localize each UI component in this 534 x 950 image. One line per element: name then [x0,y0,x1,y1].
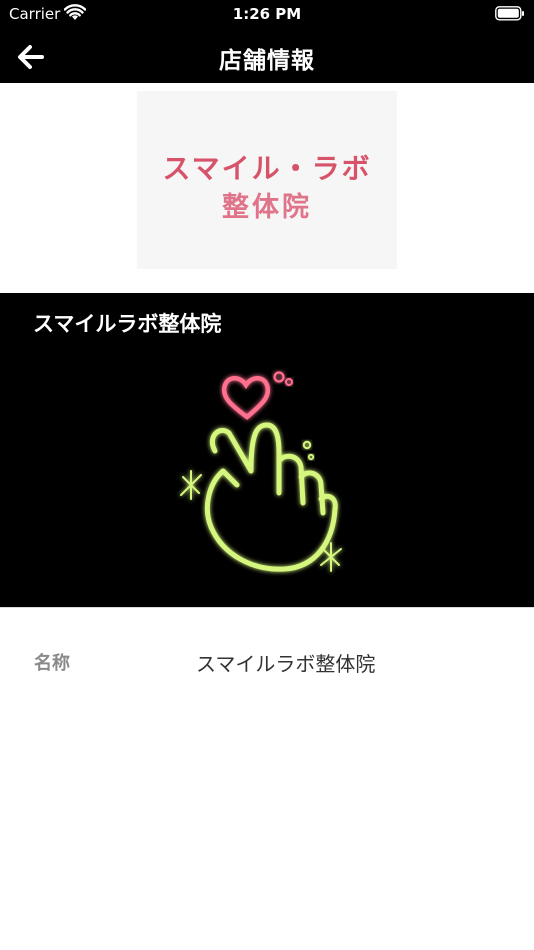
status-bar: Carrier 1:26 PM [0,0,534,30]
battery-icon [495,6,524,21]
page-title: 店舗情報 [219,48,315,74]
store-logo: スマイル・ラボ 整体院 [137,91,397,269]
name-value: スマイルラボ整体院 [196,652,376,676]
hero-banner: スマイルラボ整体院 [0,293,534,607]
hero-title: スマイルラボ整体院 [33,312,222,336]
logo-section: スマイル・ラボ 整体院 [0,83,534,293]
logo-text-line2: 整体院 [222,192,312,223]
navigation-bar: 店舗情報 [0,30,534,83]
logo-text-line1: スマイル・ラボ [162,152,372,185]
info-row-name: 名称 スマイルラボ整体院 [0,638,534,682]
divider [0,607,534,608]
clock: 1:26 PM [232,5,302,23]
finger-heart-icon [180,371,342,572]
name-label: 名称 [34,653,70,674]
